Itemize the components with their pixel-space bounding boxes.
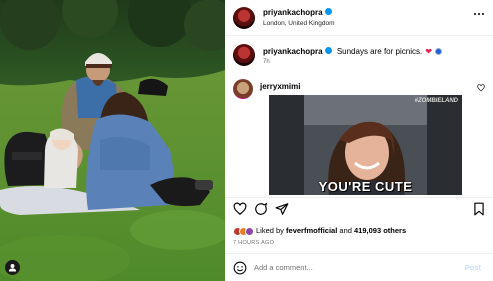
actions-divider: [225, 197, 493, 198]
heart-outline-icon: [233, 202, 247, 216]
verified-badge-icon: [324, 8, 332, 16]
action-bar: [233, 202, 485, 218]
likes-prefix: Liked by: [256, 226, 284, 235]
more-horizontal-icon: [473, 12, 485, 16]
blue-evil-eye-emoji: [434, 48, 442, 56]
comment-like-button[interactable]: [477, 84, 485, 94]
comment-button[interactable]: [254, 202, 268, 221]
verified-badge-icon: [324, 47, 332, 55]
post-details-panel: priyankachopra London, United Kingdom pr…: [225, 0, 493, 281]
share-button[interactable]: [275, 202, 289, 221]
user-tag-button[interactable]: [5, 260, 20, 275]
gif-watermark: #ZOMBIELAND: [414, 98, 458, 104]
post-comment-button[interactable]: Post: [465, 263, 481, 272]
likes-count[interactable]: 419,093 others: [354, 226, 406, 235]
picnic-photo: [0, 0, 225, 281]
liker-avatars[interactable]: [233, 226, 254, 236]
caption-time[interactable]: 7h: [263, 59, 270, 65]
emoji-picker-button[interactable]: [233, 261, 247, 280]
heart-outline-icon: [477, 84, 485, 92]
first-liker-username[interactable]: feverfmofficial: [286, 226, 337, 235]
author-avatar[interactable]: [233, 7, 255, 29]
gif-caption: YOU'RE CUTE: [318, 179, 413, 194]
post-timestamp[interactable]: 7 HOURS AGO: [233, 240, 274, 246]
likes-joiner: and: [339, 226, 352, 235]
caption-text: Sundays are for picnics.: [336, 47, 423, 56]
save-button[interactable]: [473, 202, 485, 221]
add-comment-bar: Add a comment... Post: [233, 260, 485, 276]
smiley-icon: [233, 261, 247, 275]
comment-box-divider: [225, 253, 493, 254]
paper-plane-icon: [275, 203, 289, 215]
red-heart-emoji: ❤: [425, 47, 432, 56]
comment-input[interactable]: Add a comment...: [254, 263, 313, 272]
comment-gif[interactable]: #ZOMBIELAND YOU'RE CUTE: [269, 95, 462, 195]
bookmark-icon: [474, 202, 484, 216]
more-options-button[interactable]: [473, 8, 485, 19]
post-photo[interactable]: [0, 0, 225, 281]
likes-summary: Liked by feverfmofficial and 419,093 oth…: [233, 226, 485, 236]
commenter-avatar[interactable]: [233, 79, 253, 99]
caption-line: priyankachopra Sundays are for picnics. ❤: [263, 47, 442, 56]
header-divider: [225, 35, 493, 36]
user-tag-icon: [8, 263, 17, 272]
author-username[interactable]: priyankachopra: [263, 8, 332, 17]
post-location[interactable]: London, United Kingdom: [263, 20, 335, 27]
like-button[interactable]: [233, 202, 247, 221]
commenter-username[interactable]: jerryxmimi: [260, 82, 300, 91]
caption-username[interactable]: priyankachopra: [263, 47, 334, 56]
speech-bubble-icon: [255, 202, 268, 215]
caption-avatar[interactable]: [233, 44, 255, 66]
post-header: priyankachopra London, United Kingdom: [233, 6, 485, 32]
